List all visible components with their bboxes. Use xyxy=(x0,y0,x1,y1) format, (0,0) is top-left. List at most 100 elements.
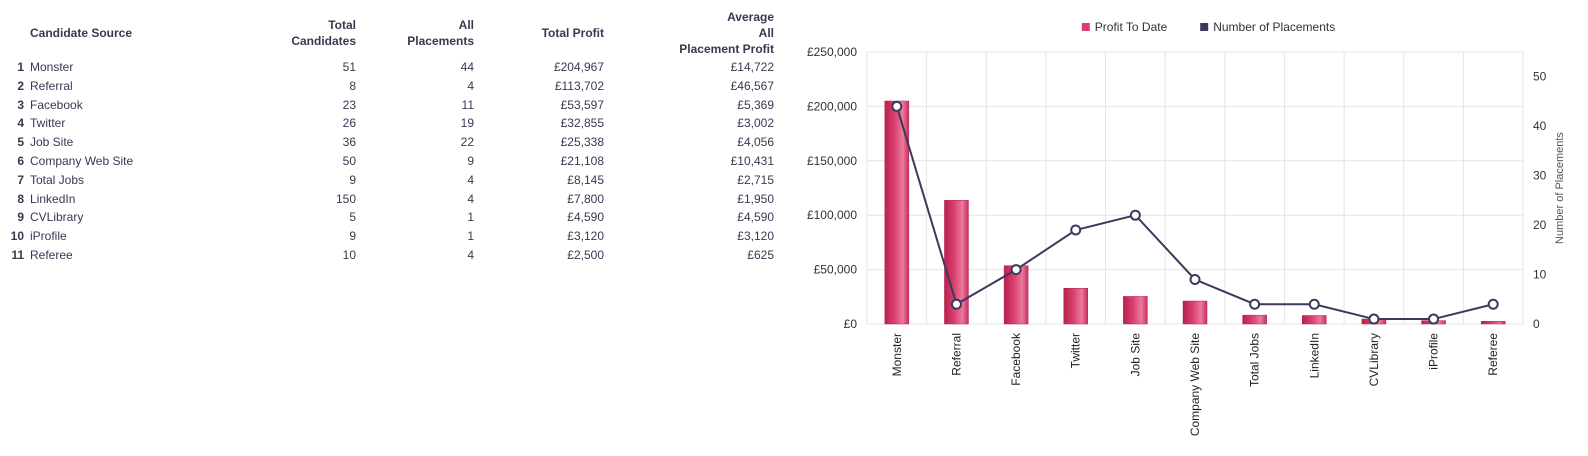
row-index: 7 xyxy=(17,172,24,187)
header-all-placements-line2: Placements xyxy=(407,34,474,48)
x-axis-category-label: iProfile xyxy=(1427,333,1441,370)
header-avg-line2: All xyxy=(758,26,774,40)
row-all-placements: 22 xyxy=(460,135,474,150)
row-all-placements: 19 xyxy=(460,116,474,131)
row-candidate-source: LinkedIn xyxy=(30,191,76,206)
candidate-source-table-panel: Candidate Source Total Candidates All Pl… xyxy=(0,0,800,280)
row-total-profit: £21,108 xyxy=(560,153,604,168)
point-number-of-placements xyxy=(1368,313,1380,325)
row-total-profit: £8,145 xyxy=(567,172,604,187)
bar-profit-to-date xyxy=(1123,296,1148,325)
right-axis-tick-label: 20 xyxy=(1533,218,1547,232)
header-average-placement-profit[interactable]: Average All Placement Profit xyxy=(604,8,774,58)
header-total-candidates-line2: Candidates xyxy=(291,34,356,48)
candidate-source-table: Candidate Source Total Candidates All Pl… xyxy=(6,8,774,265)
row-all-placements: 4 xyxy=(467,191,474,206)
table-row[interactable]: 8 LinkedIn 150 4 £7,800 £1,950 xyxy=(6,190,774,209)
row-total-profit: £4,590 xyxy=(567,210,604,225)
row-all-placements: 44 xyxy=(460,60,474,74)
table-row[interactable]: 9 CVLibrary 5 1 £4,590 £4,590 xyxy=(6,208,774,227)
point-number-of-placements xyxy=(1428,313,1440,325)
bar-profit-to-date xyxy=(1480,321,1506,325)
row-total-candidates: 50 xyxy=(342,153,356,168)
x-axis-category-label: LinkedIn xyxy=(1307,333,1321,378)
row-all-placements: 4 xyxy=(467,247,474,262)
combo-chart: £0 £50,000 £100,000 £150,000 £200,000 £250,00… xyxy=(807,20,1566,436)
x-axis-category-label: Referral xyxy=(949,333,963,376)
x-axis-category-label: Job Site xyxy=(1128,333,1142,377)
point-number-of-placements xyxy=(950,298,962,310)
left-axis-tick-label: £0 xyxy=(844,317,858,331)
table-row[interactable]: 7 Total Jobs 9 4 £8,145 £2,715 xyxy=(6,171,774,190)
header-index xyxy=(6,8,30,58)
x-axis-category-label: Twitter xyxy=(1069,333,1083,368)
row-average-profit: £46,567 xyxy=(730,78,774,93)
row-candidate-source: Job Site xyxy=(30,135,74,150)
header-total-candidates[interactable]: Total Candidates xyxy=(220,8,356,58)
row-total-candidates: 10 xyxy=(342,247,356,262)
point-number-of-placements xyxy=(1189,273,1201,285)
row-index: 2 xyxy=(17,78,24,93)
bar-profit-to-date xyxy=(1302,315,1327,325)
left-axis-tick-label: £200,000 xyxy=(807,99,857,113)
table-row[interactable]: 10 iProfile 9 1 £3,120 £3,120 xyxy=(6,227,774,246)
header-candidate-source[interactable]: Candidate Source xyxy=(30,8,220,58)
bar-profit-to-date xyxy=(1242,314,1267,325)
x-axis-category-label: CVLibrary xyxy=(1367,333,1381,386)
chart-panel: £0 £50,000 £100,000 £150,000 £200,000 £250,00… xyxy=(800,0,1588,451)
row-average-profit: £3,120 xyxy=(737,229,774,244)
table-row[interactable]: 1 Monster 51 44 £204,967 £14,722 xyxy=(6,58,774,77)
table-header-row: Candidate Source Total Candidates All Pl… xyxy=(6,8,774,58)
row-average-profit: £4,056 xyxy=(737,135,774,150)
right-axis-tick-label: 40 xyxy=(1533,119,1547,133)
point-number-of-placements xyxy=(1308,298,1320,310)
legend-swatch xyxy=(1200,23,1209,31)
row-total-profit: £53,597 xyxy=(560,97,604,112)
row-total-candidates: 8 xyxy=(349,78,356,93)
row-total-profit: £25,338 xyxy=(560,135,604,150)
point-number-of-placements xyxy=(1070,224,1082,236)
row-candidate-source: Twitter xyxy=(30,116,66,131)
legend-label: Number of Placements xyxy=(1213,20,1335,34)
table-row[interactable]: 3 Facebook 23 11 £53,597 £5,369 xyxy=(6,96,774,115)
row-index: 9 xyxy=(17,210,24,225)
table-row[interactable]: 11 Referee 10 4 £2,500 £625 xyxy=(6,246,774,265)
row-total-candidates: 9 xyxy=(349,172,356,187)
row-all-placements: 9 xyxy=(467,153,474,168)
row-candidate-source: iProfile xyxy=(30,229,67,244)
row-total-candidates: 9 xyxy=(349,229,356,244)
row-average-profit: £2,715 xyxy=(737,172,774,187)
row-total-candidates: 26 xyxy=(342,116,356,131)
row-index: 3 xyxy=(17,97,24,112)
row-index: 4 xyxy=(17,116,24,131)
row-total-profit: £113,702 xyxy=(554,78,604,93)
row-index: 8 xyxy=(17,191,24,206)
header-total-profit[interactable]: Total Profit xyxy=(474,8,604,58)
right-axis-title: Number of Placements xyxy=(1554,132,1566,244)
table-body: 1 Monster 51 44 £204,967 £14,722 2 Referral 8 4 £1… xyxy=(6,58,774,265)
table-row[interactable]: 5 Job Site 36 22 £25,338 £4,056 xyxy=(6,133,774,152)
row-average-profit: £14,722 xyxy=(730,60,774,74)
row-average-profit: £5,369 xyxy=(737,97,774,112)
right-axis-tick-label: 0 xyxy=(1533,317,1540,331)
right-axis-tick-label: 50 xyxy=(1533,70,1547,84)
point-number-of-placements xyxy=(1249,298,1261,310)
row-total-profit: £7,800 xyxy=(567,191,604,206)
x-axis-category-label: Facebook xyxy=(1009,332,1023,386)
row-total-profit: £32,855 xyxy=(560,116,604,131)
row-candidate-source: Facebook xyxy=(30,97,83,112)
row-total-profit: £204,967 xyxy=(553,60,604,74)
row-candidate-source: Company Web Site xyxy=(30,153,134,168)
left-axis-tick-label: £50,000 xyxy=(814,263,858,277)
table-row[interactable]: 2 Referral 8 4 £113,702 £46,567 xyxy=(6,77,774,96)
x-axis-category-label: Company Web Site xyxy=(1188,333,1202,436)
row-candidate-source: Monster xyxy=(30,60,74,74)
table-row[interactable]: 6 Company Web Site 50 9 £21,108 £10,431 xyxy=(6,152,774,171)
left-axis-tick-label: £250,000 xyxy=(807,45,857,59)
table-row[interactable]: 4 Twitter 26 19 £32,855 £3,002 xyxy=(6,114,774,133)
header-all-placements[interactable]: All Placements xyxy=(356,8,474,58)
row-all-placements: 1 xyxy=(467,210,474,225)
row-all-placements: 4 xyxy=(467,172,474,187)
row-index: 1 xyxy=(17,60,24,74)
row-average-profit: £625 xyxy=(747,247,774,262)
